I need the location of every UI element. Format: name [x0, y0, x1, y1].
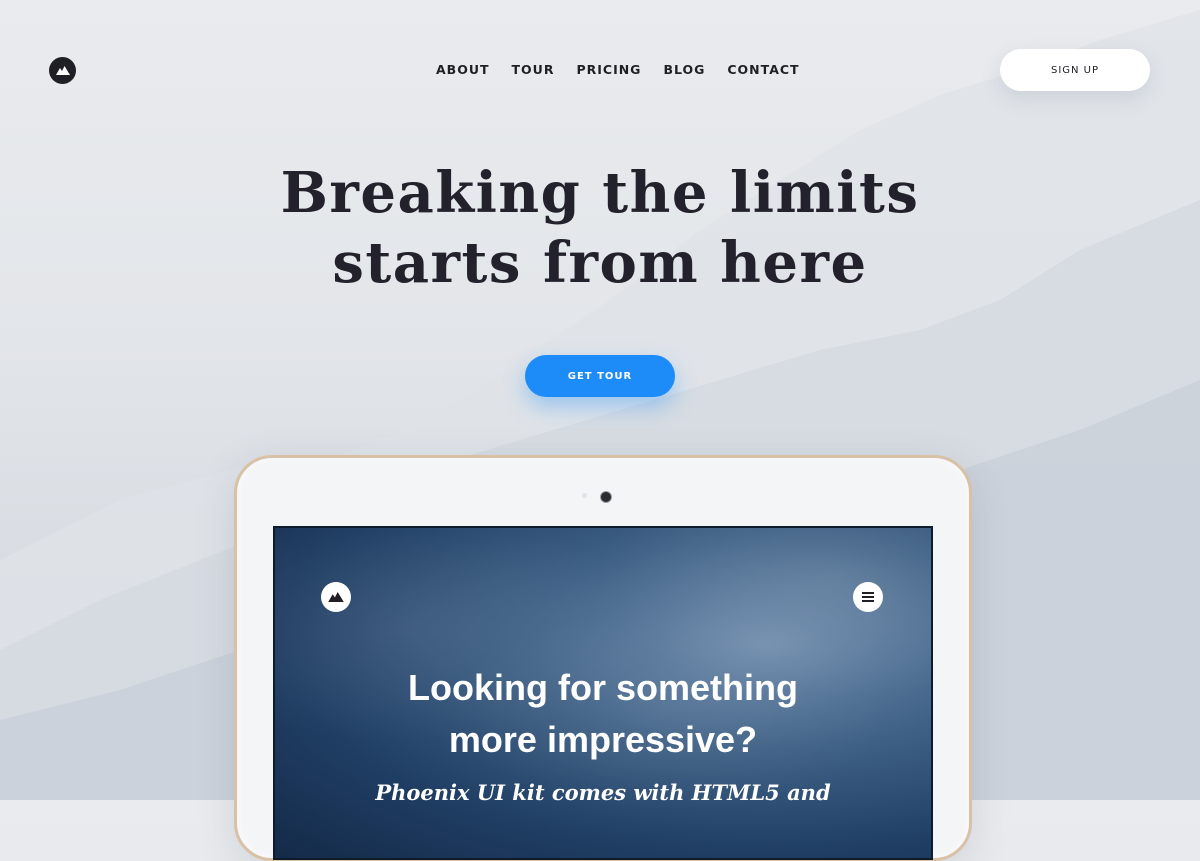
logo-icon[interactable]: [49, 57, 76, 84]
nav-contact-link[interactable]: CONTACT: [727, 62, 799, 77]
screen-title-line2: more impressive?: [448, 719, 758, 760]
top-navigation-bar: ABOUT TOUR PRICING BLOG CONTACT SIGN UP: [0, 0, 1200, 140]
screen-logo-icon[interactable]: [321, 582, 351, 612]
tablet-sensor: [582, 493, 587, 498]
mountain-logo-icon: [55, 66, 70, 75]
hamburger-menu-icon: [862, 592, 874, 602]
hero-title: Breaking the limits starts from here: [0, 158, 1200, 298]
nav-about-link[interactable]: ABOUT: [436, 62, 490, 77]
screen-title-line1: Looking for something: [408, 667, 798, 708]
sign-up-button[interactable]: SIGN UP: [1000, 49, 1150, 91]
hero-section: Breaking the limits starts from here: [0, 158, 1200, 298]
tablet-screen: Looking for something more impressive? P…: [273, 526, 933, 860]
nav-blog-link[interactable]: BLOG: [663, 62, 705, 77]
screen-menu-button[interactable]: [853, 582, 883, 612]
nav-pricing-link[interactable]: PRICING: [576, 62, 641, 77]
screen-title: Looking for something more impressive?: [275, 662, 931, 766]
mountain-logo-icon: [328, 592, 344, 602]
nav-tour-link[interactable]: TOUR: [512, 62, 555, 77]
get-tour-button[interactable]: GET TOUR: [525, 355, 675, 397]
tablet-camera: [600, 491, 612, 503]
hero-title-line2: starts from here: [332, 230, 868, 296]
hero-title-line1: Breaking the limits: [280, 160, 920, 226]
tablet-mockup: Looking for something more impressive? P…: [234, 455, 972, 861]
screen-subtitle: Phoenix UI kit comes with HTML5 and: [375, 780, 831, 805]
main-nav: ABOUT TOUR PRICING BLOG CONTACT: [436, 62, 822, 77]
